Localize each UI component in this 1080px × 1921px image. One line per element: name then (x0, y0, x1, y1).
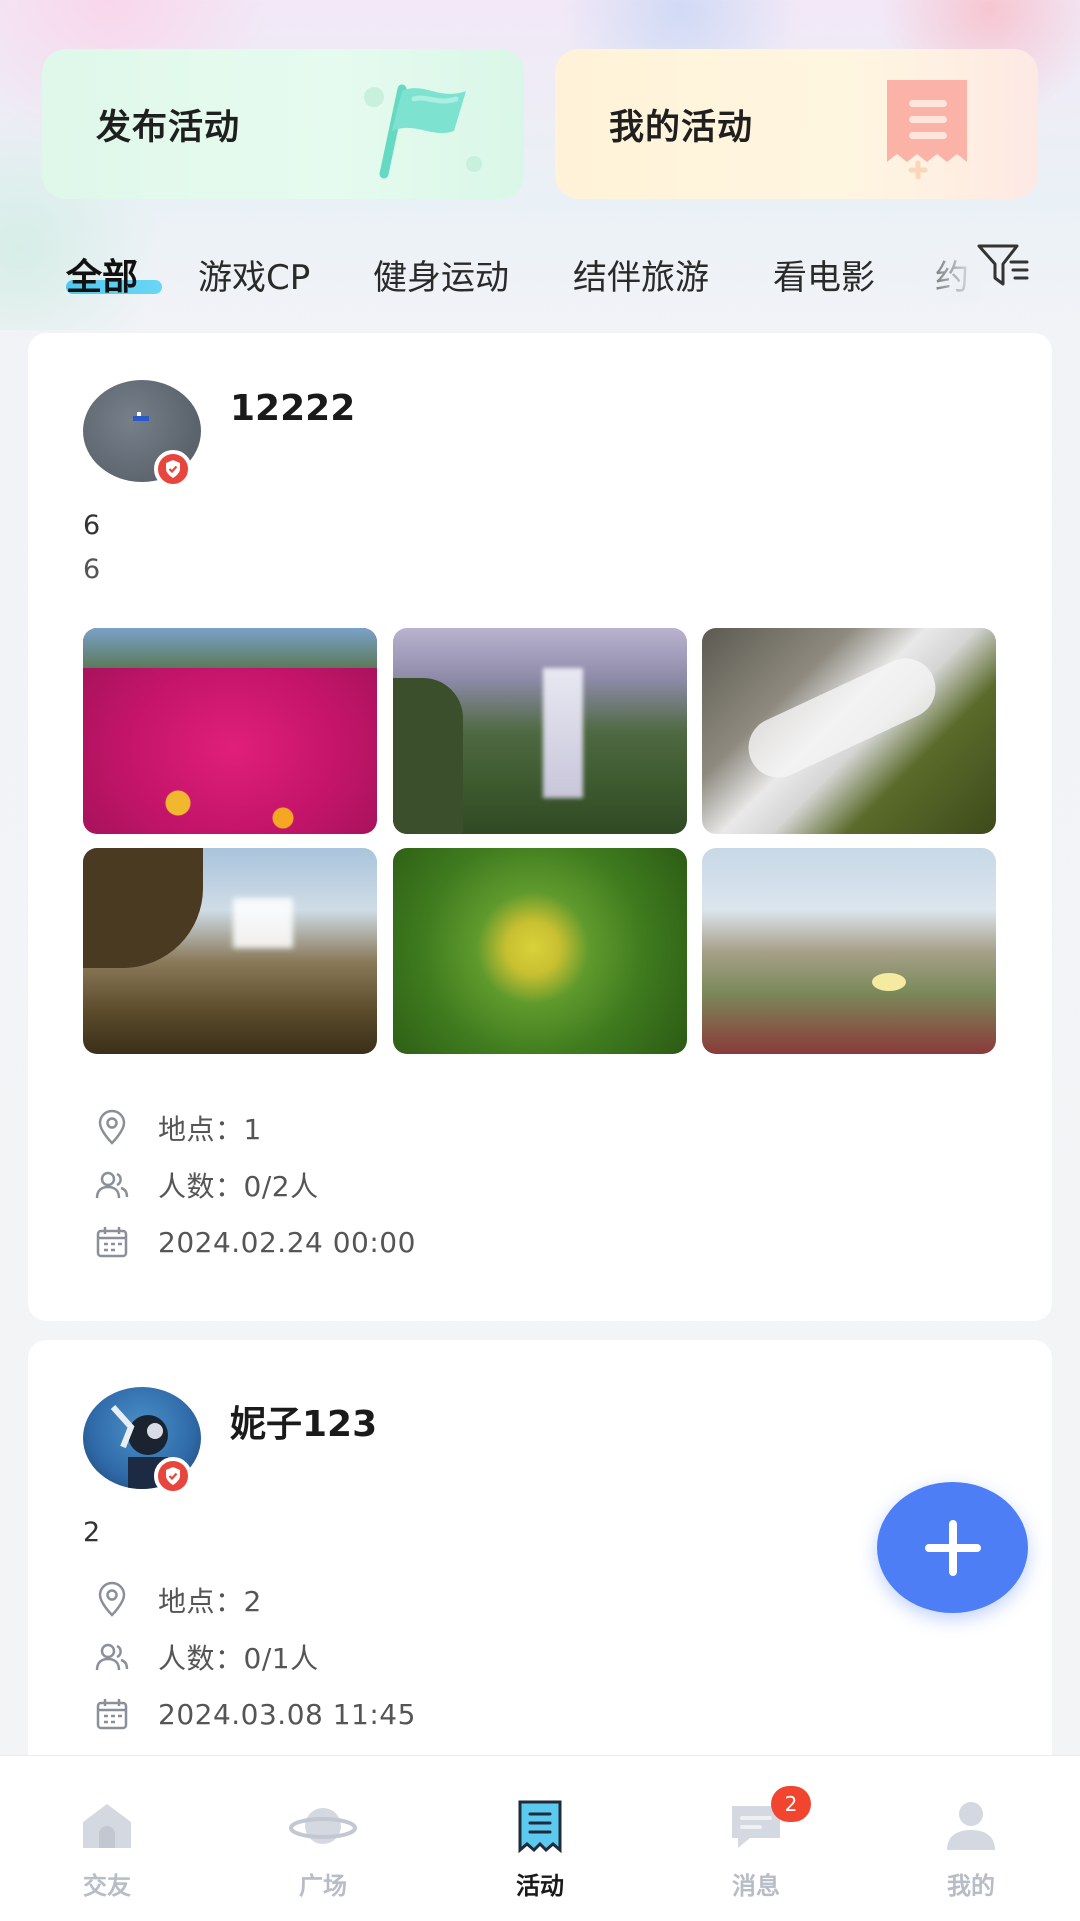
people-icon (95, 1171, 129, 1199)
datetime-row: 2024.03.08 11:45 (93, 1694, 416, 1734)
bottom-nav: 交友 广场 活动 2 消息 我的 (0, 1755, 1080, 1921)
nav-label: 广场 (299, 1872, 347, 1900)
location-text: 地点：1 (158, 1113, 262, 1146)
datetime-text: 2024.03.08 11:45 (158, 1697, 416, 1731)
calendar-icon (96, 1227, 128, 1258)
verified-badge-icon (154, 1457, 192, 1495)
nav-item-square[interactable]: 广场 (243, 1756, 403, 1921)
my-activity-label: 我的活动 (609, 107, 754, 148)
verified-badge-icon (154, 450, 192, 488)
people-text: 人数：0/1人 (158, 1642, 319, 1675)
tab-travel[interactable]: 结伴旅游 (573, 250, 709, 299)
photo-beach-grass[interactable] (702, 848, 996, 1054)
location-pin-icon (98, 1109, 126, 1145)
photo-green-leaves[interactable] (393, 848, 687, 1054)
category-tabs: 全部 游戏CP 健身运动 结伴旅游 看电影 约 (0, 242, 1080, 302)
nav-item-profile[interactable]: 我的 (891, 1756, 1051, 1921)
planet-icon (289, 1808, 357, 1844)
nav-label: 交友 (83, 1872, 131, 1900)
location-pin-icon (98, 1581, 126, 1617)
nav-label: 活动 (516, 1872, 564, 1900)
username[interactable]: 妮子123 (230, 1395, 377, 1447)
activity-card[interactable]: 12222 6 6 地点：1 人数：0/2人 2024.02.24 00:00 (28, 333, 1052, 1321)
profile-icon (947, 1802, 995, 1850)
my-activity-card[interactable]: 我的活动 (555, 49, 1038, 199)
photo-waterfall-coast[interactable] (83, 848, 377, 1054)
publish-activity-card[interactable]: 发布活动 (42, 49, 524, 199)
home-icon (83, 1804, 131, 1848)
location-row: 地点：2 (93, 1580, 262, 1620)
tab-movie[interactable]: 看电影 (773, 250, 875, 299)
tab-game-cp[interactable]: 游戏CP (198, 250, 310, 299)
activity-icon (518, 1800, 562, 1854)
nav-label: 我的 (947, 1872, 995, 1900)
nav-label: 消息 (732, 1872, 780, 1900)
tab-fitness[interactable]: 健身运动 (373, 250, 509, 299)
nav-item-activity[interactable]: 活动 (460, 1756, 620, 1921)
location-text: 地点：2 (158, 1585, 262, 1618)
photo-flowers[interactable] (83, 628, 377, 834)
datetime-row: 2024.02.24 00:00 (93, 1222, 416, 1262)
unread-badge: 2 (771, 1786, 811, 1822)
location-row: 地点：1 (93, 1108, 262, 1148)
calendar-icon (96, 1699, 128, 1730)
people-text: 人数：0/2人 (158, 1170, 319, 1203)
tabs-fade (900, 242, 980, 302)
receipt-icon (887, 80, 967, 180)
filter-icon[interactable] (975, 240, 1031, 290)
publish-activity-label: 发布活动 (96, 107, 241, 148)
photo-waterfall-rocks[interactable] (702, 628, 996, 834)
flag-icon (364, 84, 482, 179)
photo-waterfall-valley[interactable] (393, 628, 687, 834)
people-row: 人数：0/2人 (93, 1165, 319, 1205)
people-row: 人数：0/1人 (93, 1637, 319, 1677)
post-title: 6 (83, 510, 101, 541)
username[interactable]: 12222 (230, 388, 355, 429)
post-title: 2 (83, 1517, 101, 1548)
people-icon (95, 1643, 129, 1671)
add-activity-button[interactable] (877, 1482, 1028, 1613)
nav-item-messages[interactable]: 2 消息 (676, 1756, 836, 1921)
plus-icon (924, 1519, 981, 1576)
nav-item-friends[interactable]: 交友 (27, 1756, 187, 1921)
datetime-text: 2024.02.24 00:00 (158, 1225, 416, 1259)
tab-all[interactable]: 全部 (66, 248, 138, 300)
post-content: 6 (83, 554, 101, 585)
